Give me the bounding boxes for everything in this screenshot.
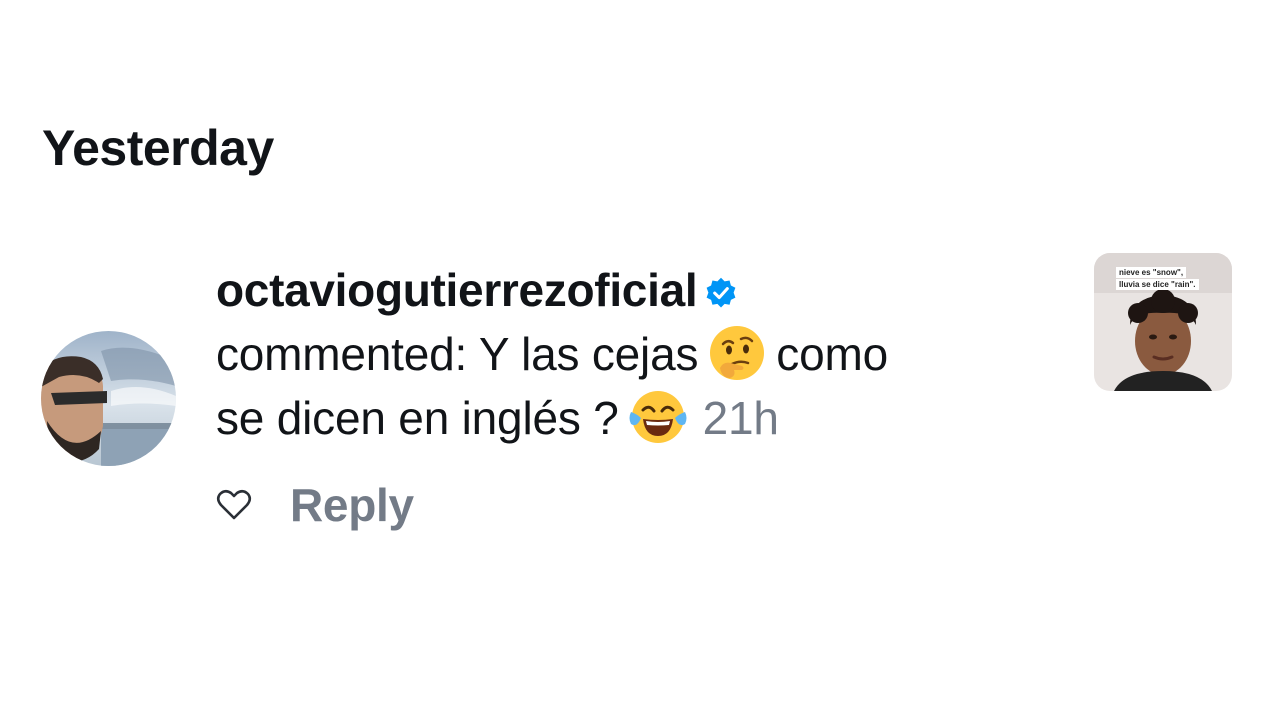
- comment-middle: como: [776, 328, 888, 380]
- comment-prefix: commented: Y las cejas: [216, 328, 699, 380]
- reply-button[interactable]: Reply: [290, 478, 414, 532]
- timestamp: 21h: [702, 392, 779, 444]
- avatar[interactable]: [41, 331, 176, 466]
- heart-icon[interactable]: [214, 485, 254, 525]
- comment-line2: se dicen en inglés ?: [216, 392, 619, 444]
- verified-badge-icon: [706, 277, 736, 308]
- thumbnail-caption-2: lluvia se dice "rain".: [1116, 279, 1199, 290]
- comment-actions: Reply: [214, 478, 414, 532]
- tears-of-joy-icon: [629, 388, 687, 446]
- username-row: octaviogutierrezoficial: [216, 258, 1076, 322]
- thumbnail-caption-1: nieve es "snow",: [1116, 267, 1187, 278]
- comment-text: commented: Y las cejas como se dicen en …: [216, 322, 1076, 450]
- thinking-face-icon: [708, 324, 766, 382]
- section-title: Yesterday: [42, 120, 274, 176]
- username[interactable]: octaviogutierrezoficial: [216, 258, 698, 322]
- notification-page: Yesterday octaviogutierrezoficial commen…: [0, 0, 1280, 720]
- post-thumbnail[interactable]: nieve es "snow", lluvia se dice "rain".: [1094, 253, 1232, 391]
- notification-body[interactable]: octaviogutierrezoficial commented: Y las…: [216, 258, 1076, 450]
